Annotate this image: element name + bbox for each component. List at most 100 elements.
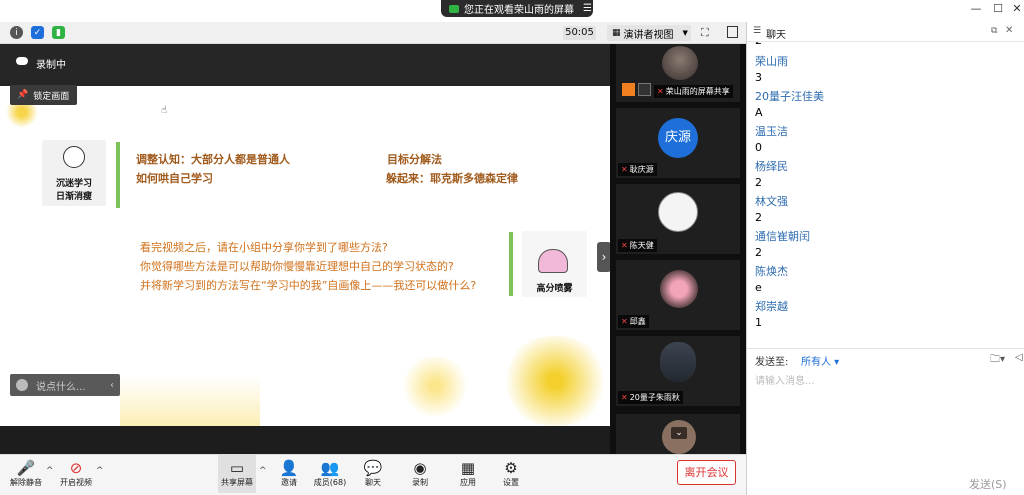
invite-label: 邀请 <box>281 478 297 487</box>
collapse-panel-handle[interactable]: › <box>597 242 611 272</box>
add-user-icon: 👤 <box>279 459 299 477</box>
view-mode-dropdown[interactable]: ▦ 演讲者视图 ▼ <box>607 25 691 41</box>
chevron-down-icon[interactable]: ⌄ <box>671 427 687 439</box>
chat-message: 2 <box>755 176 762 189</box>
chat-sender[interactable]: 温玉洁 <box>755 123 788 139</box>
cartoon-sketch-icon <box>538 249 568 273</box>
share-options-chevron[interactable]: ^ <box>259 466 267 476</box>
close-chat-icon[interactable]: ✕ <box>1005 25 1013 36</box>
chat-label: 聊天 <box>365 478 381 487</box>
chat-message: 1 <box>755 316 762 329</box>
maximize-icon[interactable]: ☐ <box>990 2 1006 15</box>
screen-share-menu-icon[interactable]: ☰ <box>583 3 592 14</box>
flower-decoration <box>120 376 260 426</box>
mic-muted-icon: ✕ <box>621 241 628 250</box>
screen-share-icon <box>449 4 459 13</box>
file-icon[interactable]: 🗀▾ <box>990 352 1005 369</box>
flower-decoration <box>500 336 610 426</box>
sidebar-toggle-icon[interactable] <box>727 26 738 38</box>
participant-tile[interactable]: ✕ 荣山雨的屏幕共享 <box>616 44 740 102</box>
face-sketch-icon <box>63 146 85 168</box>
chat-input[interactable]: 请输入消息... <box>755 372 1017 452</box>
lock-screen-button[interactable]: 📌 锁定画面 <box>10 85 77 105</box>
fullscreen-icon[interactable]: ⛶ <box>701 26 709 40</box>
recording-label: 录制中 <box>36 60 66 71</box>
mute-options-chevron[interactable]: ^ <box>46 466 54 476</box>
screenshot-icon[interactable]: ◁ <box>1015 352 1023 363</box>
slide-question: 并将新学习到的方法写在“学习中的我”自画像上——我还可以做什么? <box>140 279 477 292</box>
members-button[interactable]: 👥 成员(68) <box>310 459 350 488</box>
mic-muted-icon: ✕ <box>621 165 628 174</box>
share-screen-button[interactable]: ▭ 共享屏幕 <box>217 459 257 488</box>
leave-meeting-button[interactable]: 离开会议 <box>677 460 736 485</box>
shield-icon[interactable]: ✓ <box>31 26 44 39</box>
invite-button[interactable]: 👤 邀请 <box>269 459 309 488</box>
chat-sender[interactable]: 杨绎民 <box>755 158 788 174</box>
chat-sender[interactable]: 荣山雨 <box>755 53 788 69</box>
participant-tile[interactable]: ✕ 20量子朱雨秋 <box>616 336 740 406</box>
sticker-right-label: 高分喷雾 <box>536 284 573 294</box>
slide-point: 躲起来：耶克斯多德森定律 <box>386 172 518 185</box>
chat-header: ☰ 聊天 ⧉ ✕ <box>747 22 1024 42</box>
participant-tile[interactable]: ✕ 陈天健 <box>616 184 740 254</box>
chat-message: 3 <box>755 71 762 84</box>
chevron-down-icon: ▼ <box>682 29 688 37</box>
slide-question: 你觉得哪些方法是可以帮助你慢慢靠近理想中自己的学习状态的? <box>140 260 454 273</box>
popout-icon[interactable]: ⧉ <box>991 26 997 36</box>
mic-muted-icon: ✕ <box>621 317 628 326</box>
signal-icon[interactable]: ▮ <box>52 26 65 39</box>
avatar <box>660 342 696 382</box>
comment-input[interactable]: 说点什么... <box>36 378 86 393</box>
record-label: 录制 <box>412 478 428 487</box>
video-off-icon: ⊘ <box>69 459 83 477</box>
participant-name-tag: ✕ 陈天健 <box>618 239 657 252</box>
record-icon: ◉ <box>413 459 427 477</box>
video-options-chevron[interactable]: ^ <box>96 466 104 476</box>
chat-sender[interactable]: 郑崇越 <box>755 298 788 314</box>
unmute-button[interactable]: 🎤 解除静音 <box>6 459 46 488</box>
chat-sender[interactable]: 陈焕杰 <box>755 263 788 279</box>
slide-point: 如何哄自己学习 <box>136 172 213 185</box>
chat-button[interactable]: 💬 聊天 <box>353 459 393 488</box>
participant-name: 陈天健 <box>629 241 654 250</box>
slide-point: 调整认知：大部分人都是普通人 <box>136 153 290 166</box>
chat-list-icon: ☰ <box>753 26 762 36</box>
send-to-label: 发送至: <box>755 357 789 368</box>
gear-icon: ⚙ <box>504 459 518 477</box>
chat-sender[interactable]: 通信崔朝闰 <box>755 228 810 244</box>
comment-bar[interactable]: 说点什么... ‹ <box>10 374 120 396</box>
chat-title: 聊天 <box>766 30 786 41</box>
grid-icon: ▦ <box>612 28 621 38</box>
send-to-dropdown[interactable]: 所有人 ▾ <box>801 353 839 368</box>
chat-sender[interactable]: 林文强 <box>755 193 788 209</box>
settings-button[interactable]: ⚙ 设置 <box>491 459 531 488</box>
participant-name: 耿庆源 <box>629 165 654 174</box>
divider-bar <box>509 232 513 296</box>
people-icon: 👥 <box>320 459 340 477</box>
participant-tile[interactable]: ⌄ <box>616 414 740 454</box>
close-icon[interactable]: ✕ <box>1009 2 1024 15</box>
chat-message: 0 <box>755 141 762 154</box>
chat-message: 2 <box>755 246 762 259</box>
send-button[interactable]: 发送(S) <box>969 476 1007 492</box>
apps-button[interactable]: ▦ 应用 <box>448 459 488 488</box>
participant-tile[interactable]: 庆源 ✕ 耿庆源 <box>616 108 740 178</box>
participant-tile[interactable]: ✕ 邱鑫 <box>616 260 740 330</box>
minimize-icon[interactable]: — <box>968 2 984 15</box>
chat-message: A <box>755 106 763 119</box>
participant-name-tag: ✕ 荣山雨的屏幕共享 <box>654 85 733 98</box>
apps-label: 应用 <box>460 478 476 487</box>
chat-sender[interactable]: 20量子汪佳美 <box>755 88 824 104</box>
start-video-button[interactable]: ⊘ 开启视频 <box>56 459 96 488</box>
info-icon[interactable]: i <box>10 26 23 39</box>
record-button[interactable]: ◉ 录制 <box>400 459 440 488</box>
chevron-left-icon[interactable]: ‹ <box>110 380 114 391</box>
chat-bubble-icon: 💬 <box>363 459 383 477</box>
flower-decoration <box>400 356 470 416</box>
settings-label: 设置 <box>503 478 519 487</box>
mouse-cursor-icon: ☝ <box>161 105 168 116</box>
monitor-icon: ▭ <box>229 459 245 477</box>
emoji-icon[interactable] <box>16 379 28 391</box>
avatar <box>658 192 698 232</box>
start-video-label: 开启视频 <box>60 478 92 487</box>
